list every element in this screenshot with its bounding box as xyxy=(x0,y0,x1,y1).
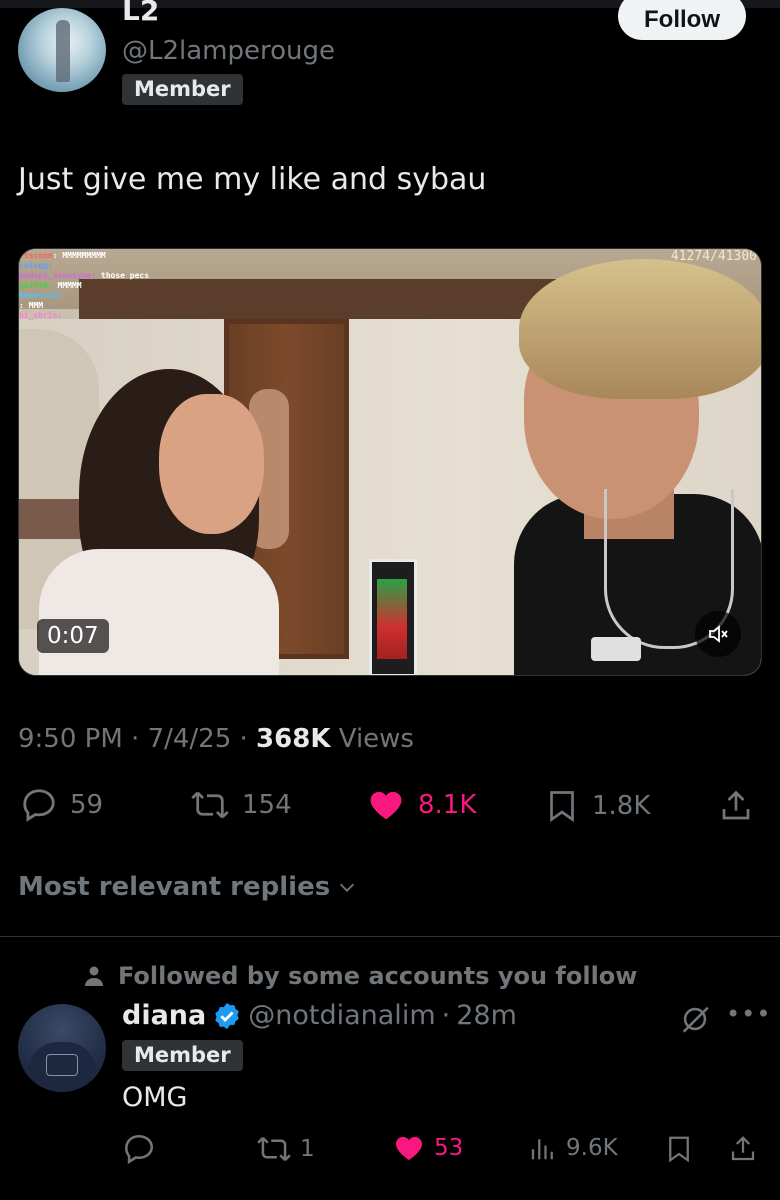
mute-icon xyxy=(709,625,728,643)
reply-views-button[interactable]: 9.6K xyxy=(528,1132,618,1164)
reply-header: diana @notdianalim · 28m xyxy=(122,1000,517,1031)
person-icon xyxy=(85,966,103,986)
reply-count: 59 xyxy=(70,790,104,820)
grok-icon xyxy=(682,1006,709,1033)
post-meta: 9:50 PM · 7/4/25 · 368K Views xyxy=(18,724,414,754)
chat-message: MMMMM xyxy=(52,281,82,290)
reply-icon xyxy=(124,1134,154,1165)
chat-username: Kenessi4: xyxy=(19,291,63,300)
bookmark-icon xyxy=(669,1136,689,1163)
stream-chat-overlay: rtsconn: MMMMMMMMM coisgg: madspy_zenosyne… xyxy=(19,251,149,321)
like-button[interactable]: 8.1K xyxy=(366,786,476,824)
chat-line: : MMM xyxy=(19,301,149,311)
bookmark-icon xyxy=(550,791,574,823)
replies-sort-dropdown[interactable]: Most relevant replies xyxy=(18,872,358,902)
repost-button[interactable]: 154 xyxy=(190,786,292,824)
follow-button[interactable]: Follow xyxy=(618,0,746,40)
social-context: Followed by some accounts you follow xyxy=(82,962,637,990)
reply-like-count: 53 xyxy=(434,1135,464,1161)
video-player[interactable]: rtsconn: MMMMMMMMM coisgg: madspy_zenosyne… xyxy=(18,248,762,676)
chat-username: gaf420: xyxy=(19,281,53,290)
author-handle[interactable]: @L2lamperouge xyxy=(122,36,335,66)
reply-repost-count: 1 xyxy=(300,1136,315,1162)
video-frame-woman-top xyxy=(39,549,279,675)
reply-text: OMG xyxy=(122,1082,188,1113)
replies-sort-label: Most relevant replies xyxy=(18,872,331,902)
author-avatar[interactable] xyxy=(18,8,106,92)
bookmark-count: 1.8K xyxy=(592,791,651,821)
more-button[interactable]: ••• xyxy=(726,1000,771,1028)
chat-line: gaf420: MMMMM xyxy=(19,281,149,291)
share-icon xyxy=(722,790,750,820)
post-action-bar: 59 154 8.1K 1.8K xyxy=(0,786,780,830)
chat-line: rtsconn: MMMMMMMMM xyxy=(19,251,149,261)
reply-member-badge: Member xyxy=(122,1040,243,1071)
post-text: Just give me my like and sybau xyxy=(18,162,487,197)
reply-time: 28m xyxy=(456,1000,517,1031)
chevron-down-icon xyxy=(340,883,355,892)
share-icon xyxy=(731,1136,755,1161)
repost-count: 154 xyxy=(242,790,292,820)
bookmark-button[interactable]: 1.8K xyxy=(544,786,650,826)
video-frame-pendant xyxy=(591,637,641,661)
views-label: Views xyxy=(338,724,414,754)
video-frame-woman-face xyxy=(159,394,264,534)
chat-username: rtsconn xyxy=(19,251,53,260)
chat-message: those pecs xyxy=(96,271,150,280)
reply-share-button[interactable] xyxy=(728,1132,758,1166)
video-duration: 0:07 xyxy=(37,619,109,653)
stream-counter-overlay: 41274/41300 xyxy=(670,249,757,264)
views-count: 368K xyxy=(256,724,331,754)
reply-author-name[interactable]: diana xyxy=(122,1000,206,1031)
reply-icon xyxy=(23,789,55,822)
reply-reply-button[interactable] xyxy=(122,1132,156,1166)
reply-like-button[interactable]: 53 xyxy=(392,1132,463,1164)
verified-icon xyxy=(215,1002,239,1029)
reply-bookmark-button[interactable] xyxy=(664,1132,694,1166)
heart-icon xyxy=(395,1136,423,1160)
more-icon: ••• xyxy=(726,1000,772,1028)
reply-repost-button[interactable]: 1 xyxy=(256,1132,315,1166)
chat-line: Kenessi4: xyxy=(19,291,149,301)
reply-action-bar: 1 53 9.6K xyxy=(0,1132,780,1172)
reply-button[interactable]: 59 xyxy=(20,786,103,824)
heart-icon xyxy=(370,791,402,820)
video-frame-man-hair xyxy=(519,259,761,399)
member-badge: Member xyxy=(122,74,243,105)
chat-username: coisgg: xyxy=(19,261,53,270)
chat-username: madspy_zenosyne: xyxy=(19,271,97,280)
post-date: 7/4/25 xyxy=(147,724,232,754)
repost-icon xyxy=(257,1137,291,1161)
chat-username: hi_chris: xyxy=(19,311,63,320)
repost-icon xyxy=(191,791,229,819)
author-name[interactable]: L2 xyxy=(122,0,159,27)
grok-button[interactable] xyxy=(678,1002,712,1040)
reply-author-avatar[interactable] xyxy=(18,1004,106,1092)
social-context-text: Followed by some accounts you follow xyxy=(118,962,638,990)
divider xyxy=(0,936,780,937)
views-icon xyxy=(531,1139,553,1160)
like-count: 8.1K xyxy=(418,790,477,820)
chat-message: : MMMMMMMMM xyxy=(52,251,106,260)
video-frame-sign-art xyxy=(377,579,407,659)
share-button[interactable] xyxy=(718,786,754,826)
chat-message: : MMM xyxy=(19,301,44,310)
mute-button[interactable] xyxy=(695,611,741,657)
chat-line: hi_chris: xyxy=(19,311,149,321)
chat-line: coisgg: xyxy=(19,261,149,271)
chat-line: madspy_zenosyne: those pecs xyxy=(19,271,149,281)
reply-views-count: 9.6K xyxy=(566,1135,618,1161)
reply-author-handle[interactable]: @notdianalim xyxy=(248,1000,435,1031)
post-time: 9:50 PM xyxy=(18,724,123,754)
